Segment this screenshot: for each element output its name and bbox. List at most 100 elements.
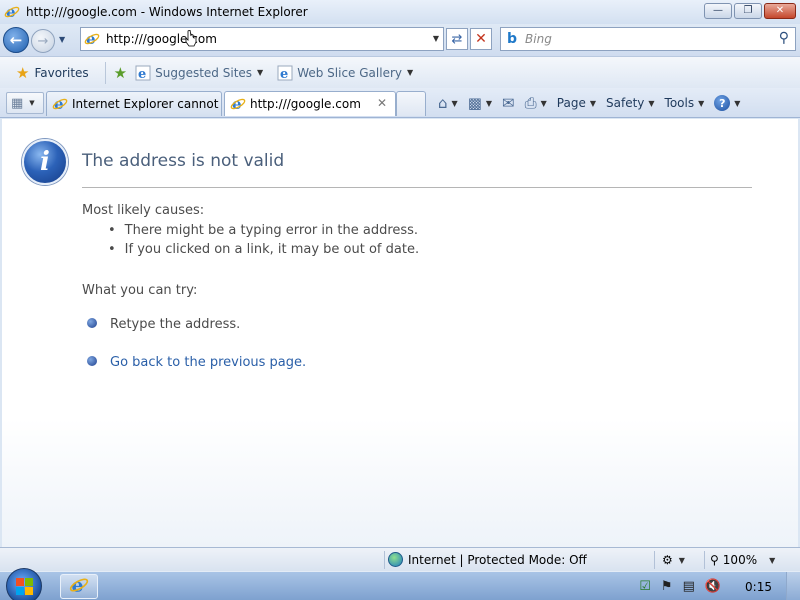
tools-menu-label: Tools	[664, 96, 695, 110]
tab-bar: ▦ ▼ e Internet Explorer cannot d... e ht…	[0, 88, 800, 118]
recent-pages-dropdown-icon[interactable]: ▼	[59, 35, 65, 44]
chevron-down-icon[interactable]: ▼	[486, 99, 492, 108]
page-icon: e	[84, 31, 100, 47]
address-input[interactable]: http:///google.com	[106, 32, 217, 46]
forward-button[interactable]: →	[31, 29, 55, 53]
close-tab-icon[interactable]: ✕	[377, 96, 387, 110]
cause-text: There might be a typing error in the add…	[124, 223, 419, 238]
chevron-down-icon[interactable]: ▼	[541, 99, 547, 108]
page-title: The address is not valid	[82, 151, 285, 171]
refresh-icon: ⇄	[451, 31, 463, 47]
address-dropdown-icon[interactable]: ▼	[433, 34, 439, 43]
favorites-label: Favorites	[34, 65, 89, 80]
shield-icon: ⚙	[662, 553, 673, 567]
zoom-level: 100%	[722, 553, 758, 567]
tab-label: http:///google.com	[250, 97, 361, 111]
close-button[interactable]: ✕	[764, 3, 796, 19]
divider	[82, 187, 752, 188]
zone-label: Internet | Protected Mode: Off	[408, 552, 587, 567]
list-item: • If you clicked on a link, it may be out…	[108, 242, 419, 257]
internet-explorer-icon: e	[135, 65, 151, 81]
search-field[interactable]: b Bing ⚲	[500, 27, 796, 51]
maximize-button[interactable]: ❐	[734, 3, 762, 19]
internet-explorer-icon: e	[230, 96, 246, 112]
favorites-button[interactable]: ★ Favorites	[16, 64, 89, 82]
title-bar: e http:///google.com - Windows Internet …	[0, 0, 800, 24]
printer-icon: ⎙	[524, 94, 537, 112]
safety-menu-label: Safety	[606, 96, 645, 110]
volume-muted-icon[interactable]: 🔇	[705, 579, 721, 594]
security-zone[interactable]: Internet | Protected Mode: Off	[388, 552, 587, 567]
info-icon: i	[22, 139, 68, 185]
svg-text:e: e	[138, 67, 146, 81]
help-icon: ?	[714, 95, 731, 111]
divider	[704, 551, 705, 569]
go-back-link[interactable]: Go back to the previous page.	[110, 355, 306, 370]
back-button[interactable]: ←	[3, 27, 29, 53]
window-title: http:///google.com - Windows Internet Ex…	[26, 5, 308, 19]
security-tray-icon[interactable]: ☑	[639, 579, 651, 594]
system-tray: ☑ ⚑ ▤ 🔇 0:15	[639, 572, 800, 600]
suggested-sites-label: Suggested Sites	[155, 65, 253, 80]
globe-icon	[388, 552, 403, 567]
tab-internet-explorer-cannot-display[interactable]: e Internet Explorer cannot d...	[46, 91, 222, 116]
chevron-down-icon: ▼	[589, 98, 596, 108]
taskbar-internet-explorer-button[interactable]: e	[60, 574, 98, 599]
page-menu[interactable]: Page ▼	[557, 96, 596, 110]
tools-menu[interactable]: Tools ▼	[665, 96, 705, 110]
new-tab-button[interactable]	[396, 91, 426, 116]
zoom-button[interactable]: ⚲ 100% ▼	[710, 553, 775, 567]
internet-explorer-icon: e	[52, 96, 68, 112]
web-slice-gallery-button[interactable]: e Web Slice Gallery ▼	[277, 65, 413, 81]
home-button[interactable]: ⌂ ▼	[438, 94, 458, 112]
suggested-sites-button[interactable]: e Suggested Sites ▼	[135, 65, 263, 81]
chevron-down-icon: ▼	[698, 98, 705, 108]
minimize-button[interactable]: —	[704, 3, 732, 19]
window-controls: — ❐ ✕	[704, 3, 796, 19]
minimize-icon: —	[713, 5, 723, 16]
chevron-down-icon[interactable]: ▼	[452, 99, 458, 108]
tab-google[interactable]: e http:///google.com ✕	[224, 91, 396, 116]
navigation-bar: ← → ▼ e http:///google.com ▼ ⇄ ✕ b Bing …	[0, 24, 800, 56]
chevron-down-icon: ▼	[406, 68, 414, 77]
show-desktop-button[interactable]	[786, 572, 800, 600]
status-bar: Internet | Protected Mode: Off ⚙ ▼ ⚲ 100…	[0, 547, 800, 571]
page-content: i The address is not valid Most likely c…	[2, 119, 798, 547]
bullet-icon	[87, 318, 97, 328]
chevron-down-icon[interactable]: ▼	[29, 99, 34, 107]
address-field[interactable]: e http:///google.com ▼	[80, 27, 444, 51]
list-item: • There might be a typing error in the ad…	[108, 223, 418, 238]
safety-menu[interactable]: Safety ▼	[606, 96, 655, 110]
quick-tabs-button[interactable]: ▦ ▼	[6, 92, 44, 114]
network-icon[interactable]: ▤	[683, 579, 695, 594]
zoom-icon: ⚲	[710, 553, 719, 567]
bullet-icon: •	[108, 242, 116, 257]
search-icon[interactable]: ⚲	[779, 30, 789, 46]
refresh-button[interactable]: ⇄	[446, 28, 468, 50]
svg-text:e: e	[280, 67, 288, 81]
protected-mode-button[interactable]: ⚙ ▼	[662, 553, 685, 567]
chevron-down-icon: ▼	[257, 68, 264, 77]
add-to-favorites-icon[interactable]: ★	[114, 64, 127, 82]
feeds-button[interactable]: ▩ ▼	[468, 94, 492, 112]
arrow-left-icon: ←	[9, 31, 23, 49]
clock[interactable]: 0:15	[745, 580, 772, 594]
stop-button[interactable]: ✕	[470, 28, 492, 50]
chevron-down-icon: ▼	[769, 555, 776, 565]
internet-explorer-icon: e	[277, 65, 293, 81]
print-button[interactable]: ⎙ ▼	[525, 94, 547, 112]
help-menu[interactable]: ? ▼	[714, 95, 740, 111]
tab-label: Internet Explorer cannot d...	[72, 97, 221, 111]
start-button[interactable]	[6, 568, 42, 600]
home-icon: ⌂	[438, 94, 448, 112]
internet-explorer-icon: e	[69, 574, 89, 598]
action-center-flag-icon[interactable]: ⚑	[661, 579, 673, 594]
web-slice-gallery-label: Web Slice Gallery	[297, 65, 402, 80]
windows-logo-icon	[15, 577, 33, 595]
read-mail-button[interactable]: ✉	[502, 94, 515, 112]
divider	[384, 551, 385, 569]
search-input[interactable]: Bing	[525, 32, 552, 46]
restore-icon: ❐	[743, 5, 753, 16]
mouse-cursor-icon	[185, 29, 197, 52]
quick-tabs-icon: ▦	[11, 95, 24, 111]
